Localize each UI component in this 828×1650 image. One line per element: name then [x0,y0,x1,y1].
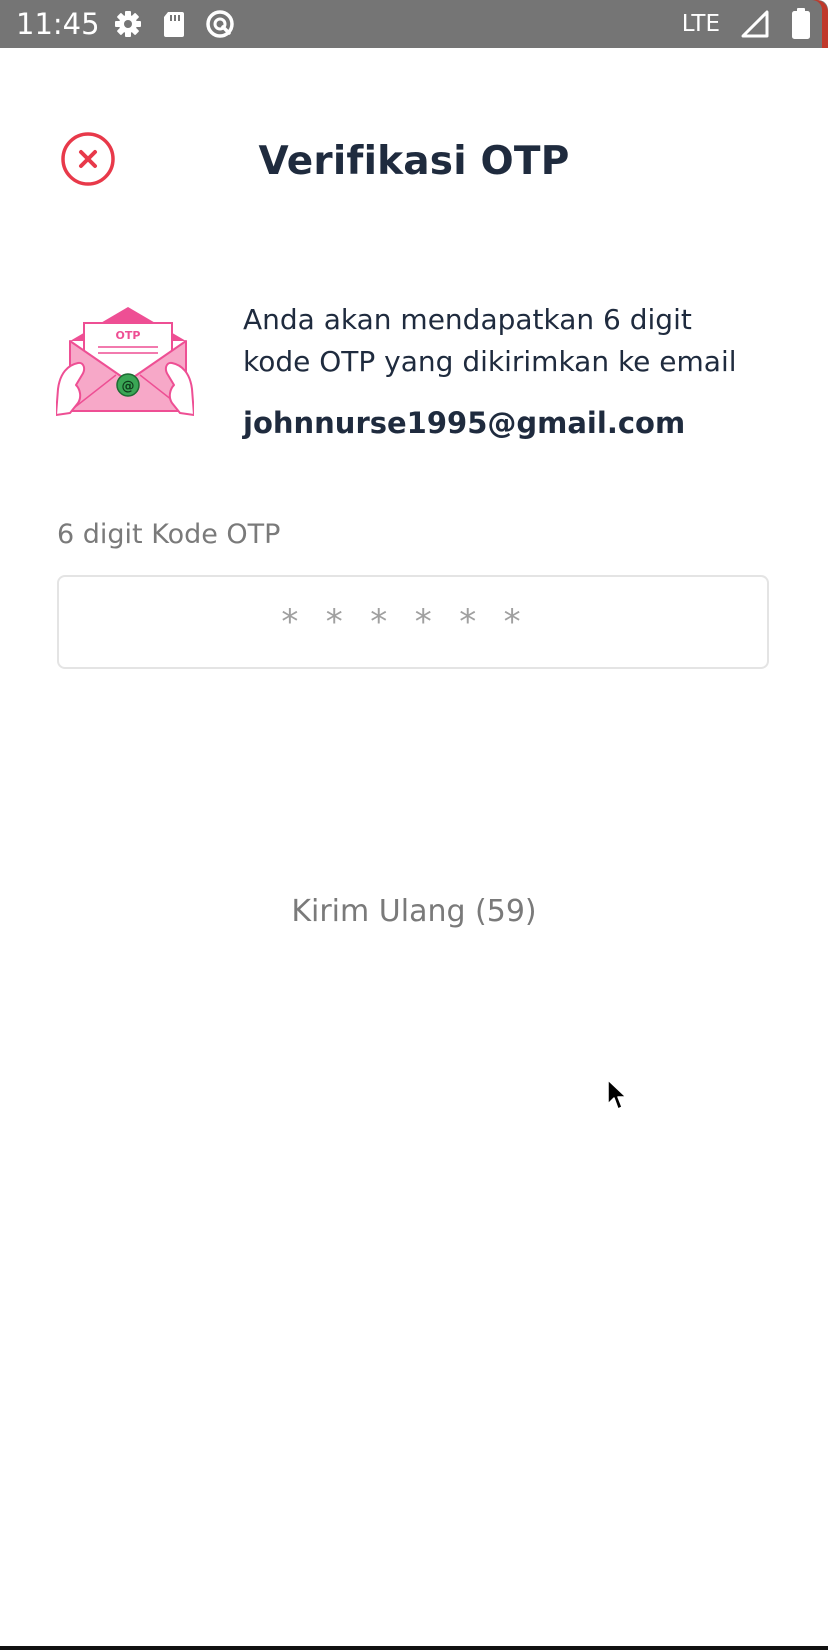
mouse-cursor-icon [607,1079,627,1110]
info-line-1: Anda akan mendapatkan 6 digit [243,303,692,336]
status-time: 11:45 [16,7,100,41]
otp-field-label: 6 digit Kode OTP [57,519,281,550]
network-type: LTE [681,11,720,37]
signal-icon [741,10,769,38]
page-title: Verifikasi OTP [258,139,570,184]
illustration-otp-text: OTP [116,329,141,342]
info-line-2: kode OTP yang dikirimkan ke email [243,345,737,378]
resend-button[interactable]: Kirim Ulang (59) [0,888,828,936]
otp-input[interactable] [57,575,769,669]
status-bar: 11:45 LTE [0,0,828,48]
svg-text:@: @ [122,379,135,394]
sd-card-icon [164,12,184,37]
recipient-email: johnnurse1995@gmail.com [243,406,686,440]
bottom-edge [0,1646,828,1650]
vpn-icon [206,10,234,38]
battery-icon [792,8,810,39]
otp-verification-screen: 11:45 LTE Verifikasi OTP OTP @ Anda akan… [0,0,828,1650]
info-text: Anda akan mendapatkan 6 digit kode OTP y… [243,299,803,383]
settings-icon [115,11,141,37]
otp-envelope-illustration: OTP @ [56,307,194,416]
